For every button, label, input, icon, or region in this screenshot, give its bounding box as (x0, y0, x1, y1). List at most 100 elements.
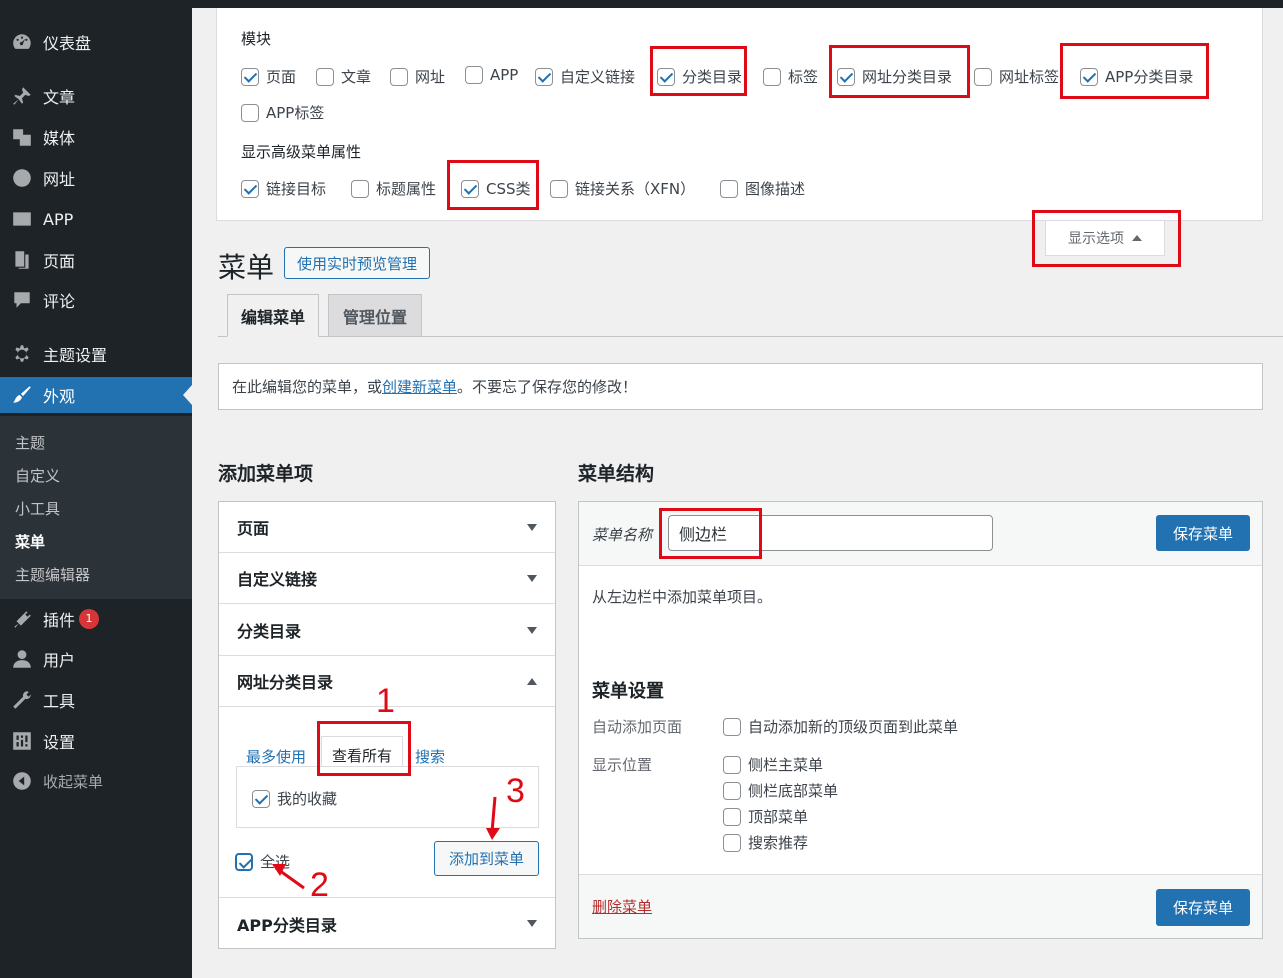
select-all-checkbox[interactable]: 全选 (235, 851, 290, 872)
sidebar-item-users[interactable]: 用户 (0, 641, 192, 677)
sidebar-item-posts[interactable]: 文章 (0, 78, 192, 114)
subtab-search[interactable]: 搜索 (415, 746, 445, 767)
sidebar-item-settings[interactable]: 设置 (0, 723, 192, 759)
checkbox[interactable] (461, 179, 479, 198)
advanced-checkbox-css-classes[interactable]: CSS类 (461, 178, 531, 199)
submenu-item-customize[interactable]: 自定义 (15, 465, 60, 486)
checkbox[interactable] (235, 852, 253, 871)
location-checkbox-top[interactable]: 顶部菜单 (723, 806, 808, 827)
sidebar-item-comments[interactable]: 评论 (0, 282, 192, 318)
checkbox[interactable] (763, 67, 781, 86)
module-checkbox-categories[interactable]: 分类目录 (657, 66, 742, 87)
location-checkbox-search[interactable]: 搜索推荐 (723, 832, 808, 853)
sidebar-item-media[interactable]: 媒体 (0, 119, 192, 155)
tab-manage-locations[interactable]: 管理位置 (328, 294, 422, 337)
sidebar-item-plugins[interactable]: 插件 1 (0, 601, 192, 637)
module-checkbox-sites[interactable]: 网址 (390, 66, 445, 87)
module-checkbox-app-categories[interactable]: APP分类目录 (1080, 66, 1193, 87)
save-menu-button[interactable]: 保存菜单 (1156, 515, 1250, 551)
checkbox[interactable] (316, 67, 334, 86)
advanced-checkbox-title-attr[interactable]: 标题属性 (351, 178, 436, 199)
checkbox[interactable] (390, 67, 408, 86)
live-preview-button[interactable]: 使用实时预览管理 (284, 247, 430, 279)
accordion-section-categories[interactable]: 分类目录 (219, 605, 555, 656)
location-checkbox-sidebar-bottom[interactable]: 侧栏底部菜单 (723, 780, 838, 801)
advanced-checkbox-description[interactable]: 图像描述 (720, 178, 805, 199)
checkbox[interactable] (241, 67, 259, 86)
submenu-item-widgets[interactable]: 小工具 (15, 498, 60, 519)
accordion-section-custom-links[interactable]: 自定义链接 (219, 553, 555, 604)
plugin-icon (10, 608, 34, 630)
checkbox[interactable] (723, 807, 741, 826)
tab-edit-menus[interactable]: 编辑菜单 (227, 294, 319, 337)
checkbox[interactable] (1080, 67, 1098, 86)
checkbox[interactable] (723, 755, 741, 774)
comment-icon (10, 289, 34, 311)
checkbox-label: 我的收藏 (277, 790, 338, 808)
module-checkbox-site-categories[interactable]: 网址分类目录 (837, 66, 952, 87)
sidebar-item-app[interactable]: APP (0, 201, 192, 237)
menu-name-input[interactable]: 侧边栏 (668, 515, 993, 551)
chevron-down-icon (527, 627, 537, 634)
checkbox[interactable] (837, 67, 855, 86)
checkbox[interactable] (351, 179, 369, 198)
sidebar-item-theme-settings[interactable]: 主题设置 (0, 336, 192, 372)
item-checkbox-favorites[interactable]: 我的收藏 (252, 788, 337, 809)
location-checkbox-sidebar-main[interactable]: 侧栏主菜单 (723, 754, 823, 775)
checkbox[interactable] (723, 781, 741, 800)
module-checkbox-posts[interactable]: 文章 (316, 66, 371, 87)
auto-add-checkbox[interactable]: 自动添加新的顶级页面到此菜单 (723, 716, 958, 737)
checkbox[interactable] (465, 66, 483, 84)
sidebar-collapse-button[interactable]: 收起菜单 (0, 763, 192, 799)
checkbox[interactable] (535, 67, 553, 86)
section-label: 页面 (237, 519, 270, 538)
auto-add-label: 自动添加页面 (592, 718, 683, 736)
module-checkbox-site-tags[interactable]: 网址标签 (974, 66, 1059, 87)
wrench-icon (10, 689, 34, 711)
advanced-title: 显示高级菜单属性 (241, 143, 362, 161)
checkbox[interactable] (720, 179, 738, 198)
submenu-item-themes[interactable]: 主题 (15, 432, 45, 453)
annotation-number: 1 (376, 682, 395, 720)
checkbox[interactable] (657, 67, 675, 86)
checkbox[interactable] (241, 179, 259, 198)
checkbox[interactable] (550, 179, 568, 198)
module-checkbox-app-tags[interactable]: APP标签 (241, 102, 324, 123)
advanced-checkbox-link-target[interactable]: 链接目标 (241, 178, 326, 199)
sidebar-item-pages[interactable]: 页面 (0, 242, 192, 278)
checkbox[interactable] (252, 789, 270, 808)
checkbox-label: 链接关系（XFN） (575, 180, 696, 198)
sidebar-label: 评论 (43, 292, 76, 311)
checkbox[interactable] (241, 103, 259, 122)
module-checkbox-app[interactable]: APP (465, 66, 518, 84)
site-categories-panel: 最多使用 查看所有 搜索 我的收藏 全选 添加到菜单 (219, 708, 555, 898)
checkbox-label: APP (490, 66, 519, 84)
chevron-down-icon (527, 920, 537, 927)
create-menu-link[interactable]: 创建新菜单 (382, 376, 457, 397)
screen-options-toggle[interactable]: 显示选项 (1045, 221, 1165, 256)
sidebar-item-dashboard[interactable]: 仪表盘 (0, 24, 192, 60)
submenu-item-theme-editor[interactable]: 主题编辑器 (15, 564, 90, 585)
save-menu-button-bottom[interactable]: 保存菜单 (1156, 889, 1250, 926)
submenu-item-menus[interactable]: 菜单 (15, 531, 45, 552)
checkbox[interactable] (974, 67, 992, 86)
subtab-most-used[interactable]: 最多使用 (246, 746, 306, 767)
sidebar-label: 外观 (43, 387, 76, 406)
module-checkbox-pages[interactable]: 页面 (241, 66, 296, 87)
structure-title: 菜单结构 (578, 463, 655, 485)
sidebar-item-appearance[interactable]: 外观 (0, 377, 192, 413)
checkbox-label: 顶部菜单 (748, 808, 809, 826)
checkbox[interactable] (723, 717, 741, 736)
sidebar-item-tools[interactable]: 工具 (0, 682, 192, 718)
add-to-menu-button[interactable]: 添加到菜单 (434, 841, 539, 876)
checkbox-label: 标题属性 (376, 180, 437, 198)
accordion-section-pages[interactable]: 页面 (219, 502, 555, 553)
module-checkbox-tags[interactable]: 标签 (763, 66, 818, 87)
delete-menu-link[interactable]: 删除菜单 (592, 896, 652, 917)
accordion-section-app-categories[interactable]: APP分类目录 (219, 898, 555, 949)
menu-structure-footer: 删除菜单 保存菜单 (579, 874, 1262, 938)
module-checkbox-custom-links[interactable]: 自定义链接 (535, 66, 635, 87)
checkbox[interactable] (723, 833, 741, 852)
advanced-checkbox-xfn[interactable]: 链接关系（XFN） (550, 178, 695, 199)
sidebar-item-sites[interactable]: 网址 (0, 160, 192, 196)
